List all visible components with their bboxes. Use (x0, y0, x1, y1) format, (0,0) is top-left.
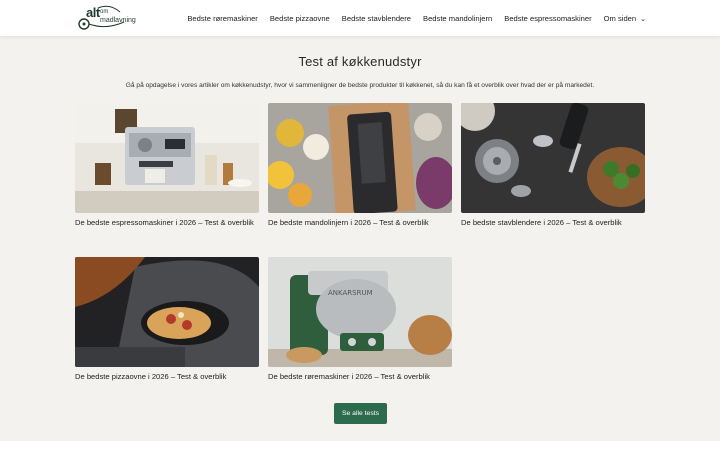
article-card-caption[interactable]: De bedste pizzaovne i 2026 – Test & over… (75, 372, 259, 382)
chevron-down-icon: ⌄ (640, 15, 646, 23)
nav-item-stavblendere[interactable]: Bedste stavblendere (342, 14, 411, 23)
page-intro: Gå på opdagelse i vores artikler om køkk… (125, 82, 595, 89)
espresso-machine-image (75, 103, 259, 213)
nav-item-mandolinjern[interactable]: Bedste mandolinjern (423, 14, 492, 23)
stand-mixer-image: ANKARSRUM (268, 257, 452, 367)
page-title: Test af køkkenudstyr (298, 54, 422, 69)
article-card-caption[interactable]: De bedste røremaskiner i 2026 – Test & o… (268, 372, 452, 382)
site-logo[interactable]: alt om madlavning (76, 4, 136, 32)
mixer-brand-text: ANKARSRUM (328, 289, 373, 297)
nav-item-om-siden-label: Om siden (603, 13, 637, 23)
logo-text-madlavning: madlavning (100, 17, 136, 24)
article-card-caption[interactable]: De bedste espressomaskiner i 2026 – Test… (75, 218, 259, 228)
article-card-espresso[interactable]: De bedste espressomaskiner i 2026 – Test… (75, 103, 259, 228)
footer-band (0, 441, 720, 450)
nav-item-roremaskiner[interactable]: Bedste røremaskiner (187, 14, 257, 23)
mandoline-slicer-image (268, 103, 452, 213)
logo-text-alt: alt (86, 5, 100, 20)
hand-blender-image (461, 103, 645, 213)
nav-item-pizzaovne[interactable]: Bedste pizzaovne (270, 14, 330, 23)
article-card-caption[interactable]: De bedste mandolinjern i 2026 – Test & o… (268, 218, 452, 228)
article-card-pizzaovne[interactable]: De bedste pizzaovne i 2026 – Test & over… (75, 257, 259, 382)
main-nav: Bedste røremaskiner Bedste pizzaovne Bed… (187, 0, 646, 36)
nav-item-espressomaskiner[interactable]: Bedste espressomaskiner (504, 14, 591, 23)
logo-text-om: om (100, 9, 109, 15)
nav-item-om-siden[interactable]: Om siden ⌄ (604, 14, 646, 23)
article-card-roremaskiner[interactable]: ANKARSRUM De bedste røremaskiner i 2026 … (268, 257, 452, 382)
article-card-caption[interactable]: De bedste stavblendere i 2026 – Test & o… (461, 218, 645, 228)
pizza-oven-image (75, 257, 259, 367)
article-card-stavblendere[interactable]: De bedste stavblendere i 2026 – Test & o… (461, 103, 645, 228)
article-card-mandolinjern[interactable]: De bedste mandolinjern i 2026 – Test & o… (268, 103, 452, 228)
see-all-tests-button[interactable]: Se alle tests (334, 403, 387, 424)
site-header: alt om madlavning Bedste røremaskiner Be… (0, 0, 720, 36)
